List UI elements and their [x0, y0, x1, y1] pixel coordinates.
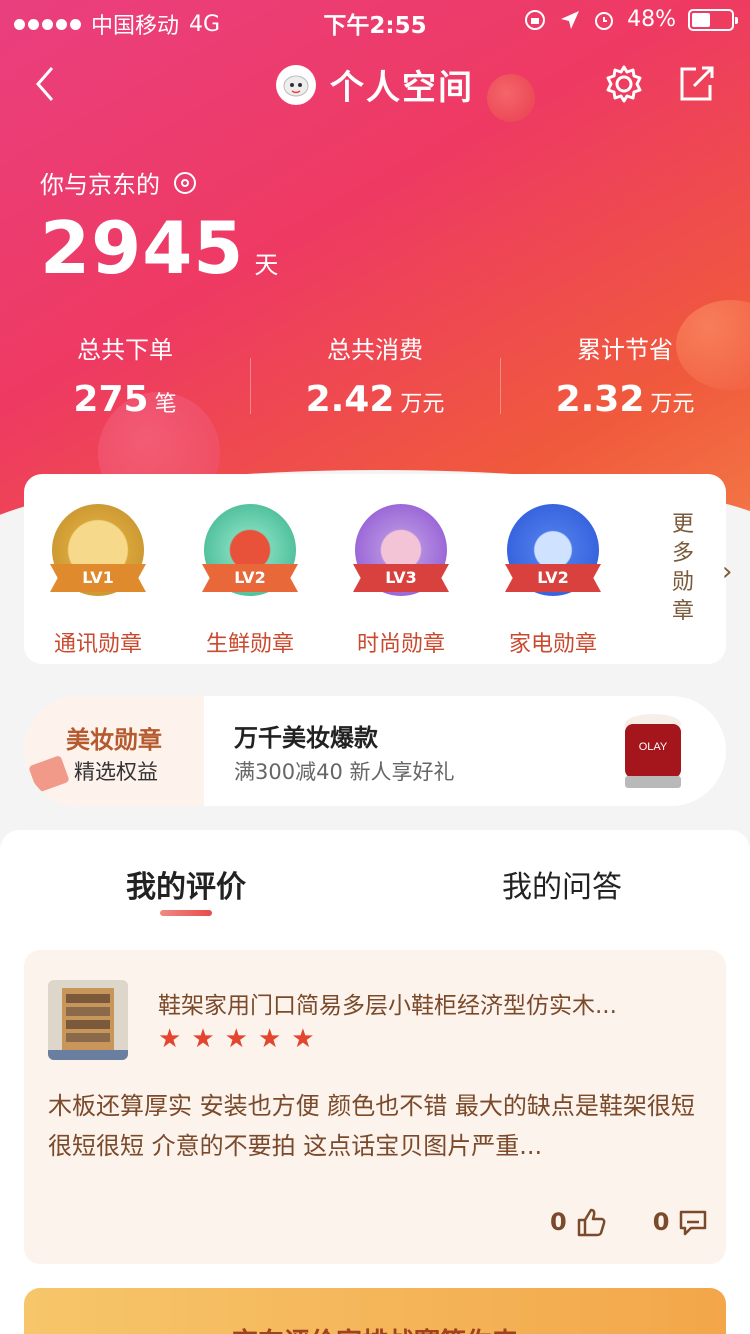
nav-bar: 个人空间 — [0, 50, 750, 120]
status-bar: 中国移动 4G 下午2:55 48% — [0, 0, 750, 40]
beauty-promo-card[interactable]: 美妆勋章 精选权益 万千美妆爆款 满300减40 新人享好礼 OLAY — [24, 696, 726, 806]
star-icon: ★ — [291, 1024, 315, 1054]
medal-name: 通讯勋章 — [53, 632, 142, 657]
active-tab-indicator — [160, 910, 212, 916]
more-medals-button[interactable]: 更多勋章 › — [672, 510, 732, 626]
like-count: 0 — [550, 1208, 567, 1236]
rating-stars: ★ ★ ★ ★ ★ — [158, 1024, 315, 1054]
star-icon: ★ — [257, 1024, 282, 1054]
edit-share-icon[interactable] — [676, 64, 716, 104]
gear-icon[interactable] — [604, 64, 644, 104]
medal-telecom[interactable]: LV1 通讯勋章 — [38, 504, 158, 658]
reviews-panel: 我的评价 我的问答 鞋架家用门口简易多层小鞋柜经济型仿实木... ★ ★ ★ ★ ★ 木… — [0, 830, 750, 1334]
battery-icon — [688, 8, 738, 31]
product-thumbnail[interactable] — [48, 980, 128, 1060]
intro-text: 你与京东的 — [40, 171, 160, 199]
level-ribbon: LV2 — [505, 564, 601, 592]
medal-name: 时尚勋章 — [356, 632, 445, 657]
cream-jar-image: OLAY — [625, 714, 681, 788]
coupon-icon — [28, 755, 70, 793]
review-challenge-banner[interactable]: 京东评价家排战赛等你来 — [24, 1288, 726, 1334]
promo-title: 万千美妆爆款 — [234, 724, 378, 752]
medal-fresh[interactable]: LV2 生鲜勋章 — [190, 504, 310, 658]
comment-count: 0 — [652, 1208, 670, 1236]
eye-icon[interactable] — [172, 170, 198, 196]
stat-label: 总共下单 — [77, 336, 173, 364]
stat-label: 累计节省 — [577, 336, 673, 364]
battery-percent: 48% — [627, 7, 676, 32]
shoe-rack-image — [48, 980, 128, 1060]
stat-value: 2.42 — [305, 379, 395, 420]
stat-unit: 笔 — [154, 392, 177, 417]
avatar — [276, 64, 316, 105]
mascot-icon — [283, 75, 309, 96]
days-unit: 天 — [254, 251, 279, 279]
intro-line: 你与京东的 — [40, 165, 198, 200]
banner-text: 京东评价家排战赛等你来 — [24, 1322, 726, 1334]
stat-orders: 总共下单 275 笔 — [0, 330, 250, 420]
review-text: 木板还算厚实 安装也方便 颜色也不错 最大的缺点是鞋架很短很短很短 介意的不要拍… — [48, 1092, 695, 1160]
review-product-title[interactable]: 鞋架家用门口简易多层小鞋柜经济型仿实木... — [158, 986, 698, 1020]
stat-label: 总共消费 — [327, 336, 423, 364]
badge-title: 美妆勋章 — [66, 726, 162, 754]
location-icon — [561, 10, 580, 29]
page-title: 个人空间 — [330, 68, 474, 108]
stat-unit: 万元 — [650, 392, 695, 417]
comment-icon[interactable] — [677, 1206, 709, 1238]
level-ribbon: LV3 — [353, 564, 449, 592]
beauty-badge: 美妆勋章 精选权益 — [24, 696, 204, 806]
tab-my-reviews[interactable]: 我的评价 — [126, 862, 246, 906]
more-medals-label: 更多勋章 — [672, 512, 695, 624]
dress-medal-icon: LV3 — [353, 504, 449, 596]
chevron-right-icon: › — [722, 557, 733, 587]
medal-name: 家电勋章 — [508, 632, 597, 657]
star-icon: ★ — [224, 1024, 248, 1054]
medals-card: LV1 通讯勋章 LV2 生鲜勋章 LV3 时尚勋章 LV2 家电勋章 更多勋章… — [24, 474, 732, 664]
medal-name: 生鲜勋章 — [205, 632, 294, 657]
review-actions: 0 0 — [550, 1206, 709, 1238]
days-number: 2945 — [40, 206, 245, 290]
stat-unit: 万元 — [400, 392, 445, 417]
star-icon: ★ — [158, 1024, 182, 1054]
thumbs-up-icon[interactable] — [575, 1206, 607, 1238]
medal-fashion[interactable]: LV3 时尚勋章 — [341, 504, 461, 658]
phone-medal-icon: LV1 — [50, 504, 146, 596]
badge-subtitle: 精选权益 — [74, 760, 158, 784]
tab-my-qa[interactable]: 我的问答 — [502, 862, 622, 906]
stat-value: 275 — [73, 379, 149, 420]
level-ribbon: LV2 — [202, 564, 298, 592]
lobster-medal-icon: LV2 — [202, 504, 298, 596]
medal-appliance[interactable]: LV2 家电勋章 — [493, 504, 613, 658]
days-counter: 2945 天 — [40, 206, 278, 290]
promo-subtitle: 满300减40 新人享好礼 — [234, 760, 455, 784]
appliance-medal-icon: LV2 — [505, 504, 601, 596]
review-card[interactable]: 鞋架家用门口简易多层小鞋柜经济型仿实木... ★ ★ ★ ★ ★ 木板还算厚实 安装也方… — [24, 950, 726, 1264]
level-ribbon: LV1 — [50, 564, 146, 592]
stat-saved: 累计节省 2.32 万元 — [500, 330, 750, 420]
stat-spent: 总共消费 2.42 万元 — [250, 330, 500, 420]
orientation-lock-icon — [525, 9, 546, 30]
star-icon: ★ — [191, 1024, 215, 1054]
alarm-icon — [595, 11, 614, 30]
stat-value: 2.32 — [555, 379, 645, 420]
stats-row: 总共下单 275 笔 总共消费 2.42 万元 累计节省 2.32 万元 — [0, 330, 750, 420]
product-brand: OLAY — [639, 741, 668, 753]
